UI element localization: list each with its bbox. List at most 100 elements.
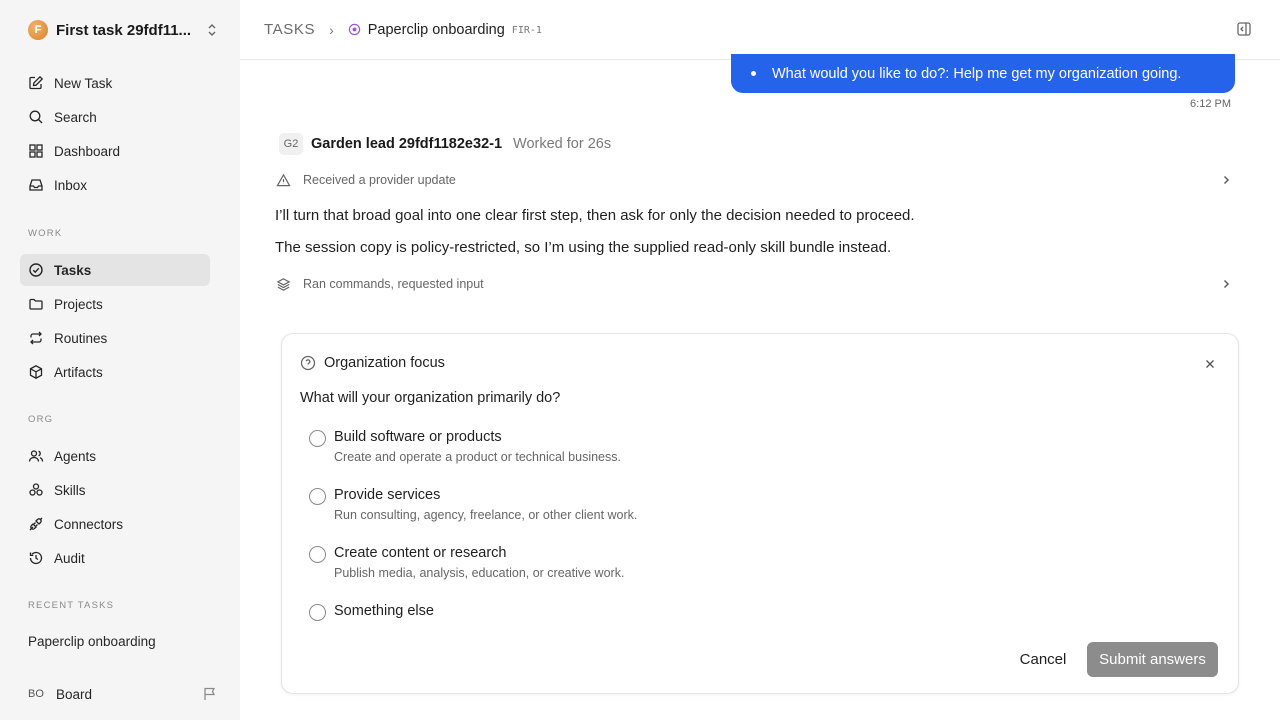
agent-avatar: G2 (279, 133, 303, 155)
card-title: Organization focus (324, 355, 445, 371)
nav-tasks[interactable]: Tasks (20, 254, 210, 286)
nav-label: New Task (54, 75, 113, 91)
option-description: Publish media, analysis, education, or c… (334, 566, 625, 580)
recent-task-item[interactable]: Paperclip onboarding (20, 625, 210, 657)
radio-button[interactable] (309, 546, 326, 563)
radio-button[interactable] (309, 430, 326, 447)
user-message-bubble: What would you like to do?: Help me get … (731, 54, 1235, 93)
check-circle-icon (29, 263, 43, 277)
section-label-work: WORK (28, 228, 63, 239)
board-switcher[interactable]: BO Board (28, 683, 218, 705)
option-description: Create and operate a product or technica… (334, 450, 621, 464)
nav-dashboard[interactable]: Dashboard (20, 135, 210, 167)
nav-projects[interactable]: Projects (20, 288, 210, 320)
section-label-recent: RECENT TASKS (28, 600, 115, 611)
skills-icon (29, 483, 43, 496)
sidebar: F First task 29fdf11... New Task Search … (0, 0, 240, 720)
warning-icon (276, 173, 291, 186)
nav-label: Tasks (54, 262, 92, 278)
search-icon (29, 110, 43, 124)
nav-inbox[interactable]: Inbox (20, 169, 210, 201)
board-avatar: BO (28, 688, 44, 700)
agent-paragraph: I’ll turn that broad goal into one clear… (275, 207, 915, 224)
org-nav: Agents Skills Connectors Audit (20, 440, 210, 574)
option-description: Run consulting, agency, freelance, or ot… (334, 508, 638, 522)
nav-new-task[interactable]: New Task (20, 67, 210, 99)
breadcrumb-tasks[interactable]: TASKS (264, 21, 315, 38)
nav-label: Skills (54, 482, 86, 498)
nav-audit[interactable]: Audit (20, 542, 210, 574)
nav-label: Search (54, 109, 97, 125)
box-icon (29, 365, 43, 379)
nav-routines[interactable]: Routines (20, 322, 210, 354)
nav-label: Inbox (54, 177, 88, 193)
agent-paragraph: The session copy is policy-restricted, s… (275, 239, 892, 256)
submit-answers-button[interactable]: Submit answers (1087, 642, 1218, 677)
task-title: Paperclip onboarding (367, 21, 505, 38)
option-label: Build software or products (334, 429, 502, 445)
activity-label: Received a provider update (303, 173, 456, 187)
option-provide-services[interactable]: Provide services Run consulting, agency,… (309, 487, 637, 522)
org-switcher[interactable]: F First task 29fdf11... (28, 18, 218, 42)
nav-label: Dashboard (54, 143, 121, 159)
radio-button[interactable] (309, 604, 326, 621)
task-id: FIR-1 (511, 25, 542, 36)
nav-connectors[interactable]: Connectors (20, 508, 210, 540)
nav-label: Agents (54, 448, 97, 464)
nav-artifacts[interactable]: Artifacts (20, 356, 210, 388)
history-icon (29, 551, 43, 565)
org-logo: F (28, 20, 48, 40)
nav-label: Artifacts (54, 364, 103, 380)
breadcrumb-separator: › (329, 21, 334, 38)
nav-agents[interactable]: Agents (20, 440, 210, 472)
task-header: TASKS › Paperclip onboarding FIR-1 (240, 0, 1280, 60)
close-icon[interactable] (1204, 358, 1216, 370)
nav-search[interactable]: Search (20, 101, 210, 133)
bullet (751, 71, 756, 76)
message-timestamp: 6:12 PM (1190, 98, 1231, 110)
plug-icon (29, 517, 43, 531)
option-label: Something else (334, 603, 434, 619)
side-panel-toggle-icon[interactable] (1236, 21, 1252, 37)
users-icon (28, 450, 44, 462)
agent-worked-duration: Worked for 26s (513, 136, 612, 152)
layers-icon (276, 277, 291, 291)
work-nav: Tasks Projects Routines Artifacts (20, 254, 210, 388)
status-circle-icon (348, 23, 360, 36)
question-card: Organization focus What will your organi… (281, 333, 1239, 694)
recent-nav: Paperclip onboarding (20, 625, 210, 657)
radio-button[interactable] (309, 488, 326, 505)
repeat-icon (30, 331, 42, 345)
top-nav: New Task Search Dashboard Inbox (20, 67, 210, 201)
folder-icon (29, 298, 43, 310)
activity-label: Ran commands, requested input (303, 277, 484, 291)
flag-icon[interactable] (202, 686, 218, 702)
org-name: First task 29fdf11... (56, 21, 192, 39)
option-something-else[interactable]: Something else (309, 603, 434, 621)
card-header: Organization focus (300, 355, 445, 371)
option-label: Provide services (334, 487, 441, 503)
agent-message-header: G2 Garden lead 29fdf1182e32-1 Worked for… (279, 133, 611, 155)
nav-label: Audit (54, 550, 85, 566)
activity-commands[interactable]: Ran commands, requested input (276, 272, 1236, 296)
nav-label: Connectors (54, 516, 124, 532)
chevron-up-down-icon (208, 24, 216, 36)
dashboard-icon (29, 144, 43, 158)
board-label: Board (56, 686, 93, 702)
nav-label: Routines (54, 330, 108, 346)
agent-name: Garden lead 29fdf1182e32-1 (311, 136, 503, 152)
nav-skills[interactable]: Skills (20, 474, 210, 506)
question-text: What will your organization primarily do… (300, 390, 561, 406)
edit-icon (29, 75, 44, 90)
inbox-icon (29, 179, 43, 191)
chevron-right-icon (1224, 176, 1229, 184)
option-build-software[interactable]: Build software or products Create and op… (309, 429, 621, 464)
option-label: Create content or research (334, 545, 507, 561)
nav-label: Projects (54, 296, 103, 312)
section-label-org: ORG (28, 414, 54, 425)
option-create-content[interactable]: Create content or research Publish media… (309, 545, 624, 580)
activity-provider-update[interactable]: Received a provider update (276, 168, 1236, 192)
chevron-right-icon (1224, 280, 1229, 288)
question-circle-icon (300, 355, 316, 371)
cancel-button[interactable]: Cancel (1010, 642, 1076, 676)
